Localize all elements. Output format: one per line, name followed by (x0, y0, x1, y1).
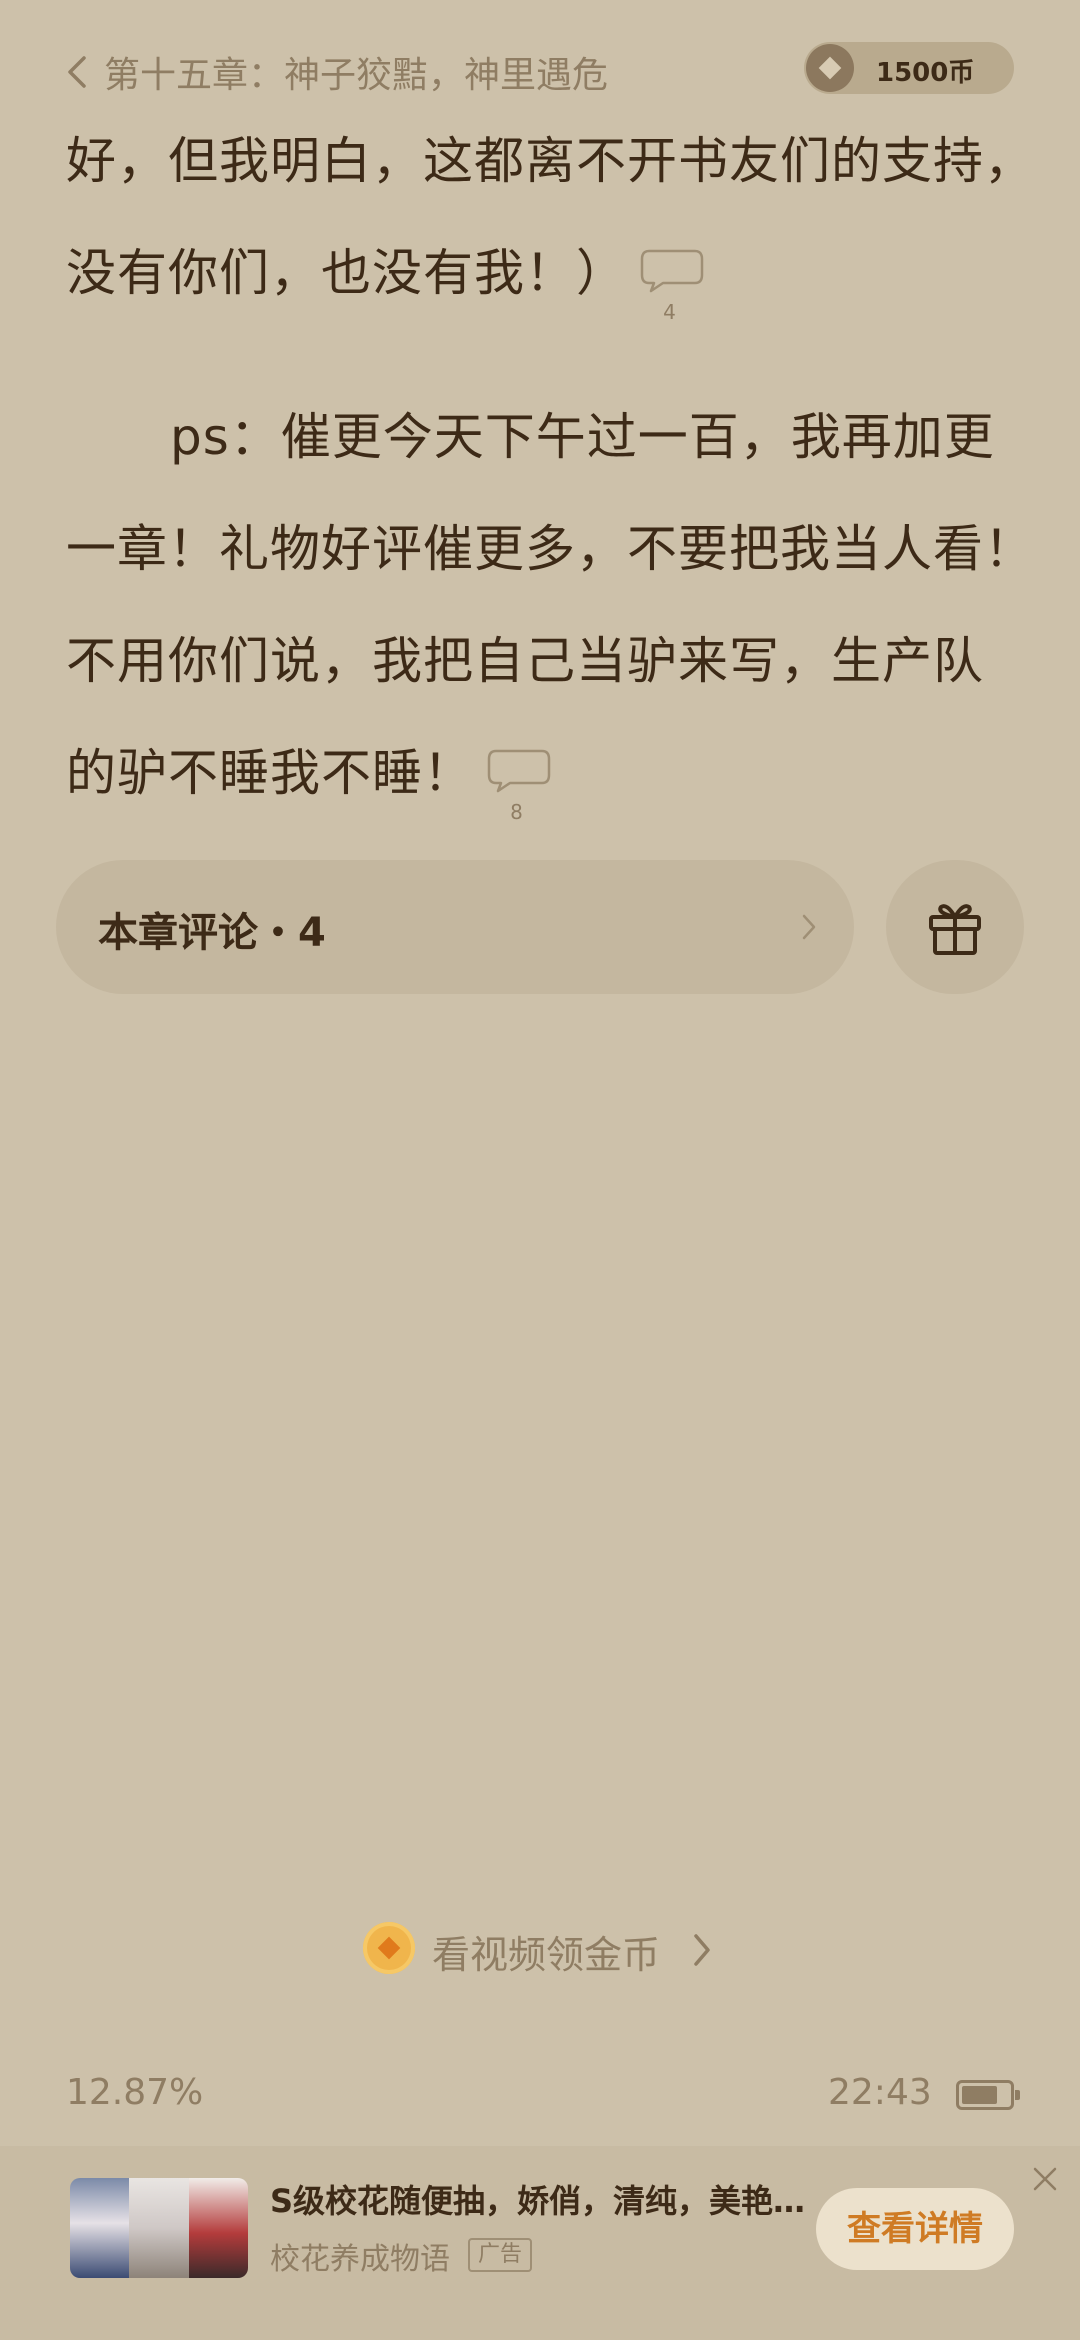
text-line: 好，但我明白，这都离不开书友们的支持， (66, 132, 1035, 190)
chapter-title: 第十五章：神子狡黠，神里遇危 (104, 55, 609, 96)
clock: 22:43 (828, 2072, 932, 2113)
ad-subtitle: 校花养成物语 (270, 2242, 450, 2277)
ad-details-button[interactable]: 查看详情 (816, 2188, 1014, 2270)
battery-icon (956, 2080, 1020, 2110)
gift-icon (929, 904, 981, 955)
chapter-content: 好，但我明白，这都离不开书友们的支持， 没有你们，也没有我！） 4 ps：催更今天… (66, 105, 1035, 829)
paragraph: 好，但我明白，这都离不开书友们的支持， 没有你们，也没有我！） 4 (66, 105, 1035, 329)
reading-progress: 12.87% (66, 2072, 204, 2113)
chevron-right-icon (694, 1934, 710, 1966)
text-line: 不用你们说，我把自己当驴来写，生产队 (66, 632, 984, 690)
close-icon[interactable] (1030, 2164, 1060, 2194)
coin-balance-pill[interactable]: 1500币 (804, 42, 1014, 94)
ad-banner[interactable]: S级校花随便抽，娇俏，清纯，美艳… 校花养成物语 广告 查看详情 (0, 2146, 1080, 2340)
chapter-comments-label: 本章评论・4 (98, 910, 326, 956)
text-line-content: 的驴不睡我不睡！ (66, 744, 474, 802)
text-line: 没有你们，也没有我！） 4 (66, 217, 1026, 329)
gold-coin-icon (363, 1922, 415, 1974)
text-line: ps：催更今天下午过一百，我再加更 (170, 408, 995, 466)
text-line-content: 没有你们，也没有我！） (66, 244, 627, 302)
text-line: 一章！礼物好评催更多，不要把我当人看！ (66, 520, 1035, 578)
coin-balance: 1500币 (876, 58, 975, 88)
paragraph-comment-count: 4 (663, 299, 677, 324)
ad-tag: 广告 (468, 2238, 533, 2272)
chevron-right-icon (802, 914, 816, 940)
coin-icon (806, 44, 854, 92)
paragraph-comment-count: 8 (510, 799, 524, 824)
paragraph-comment-bubble[interactable]: 4 (639, 247, 705, 324)
chevron-left-icon[interactable] (58, 52, 98, 92)
gift-button[interactable] (886, 860, 1024, 994)
watch-video-coins-label: 看视频领金币 (432, 1933, 661, 1977)
ad-image (70, 2178, 248, 2278)
chapter-comments-button[interactable]: 本章评论・4 (56, 860, 854, 994)
paragraph: ps：催更今天下午过一百，我再加更 一章！礼物好评催更多，不要把我当人看！ 不用… (66, 381, 1035, 829)
paragraph-comment-bubble[interactable]: 8 (486, 747, 552, 824)
text-line: 的驴不睡我不睡！ 8 (66, 717, 1026, 829)
ad-title: S级校花随便抽，娇俏，清纯，美艳… (270, 2182, 806, 2220)
